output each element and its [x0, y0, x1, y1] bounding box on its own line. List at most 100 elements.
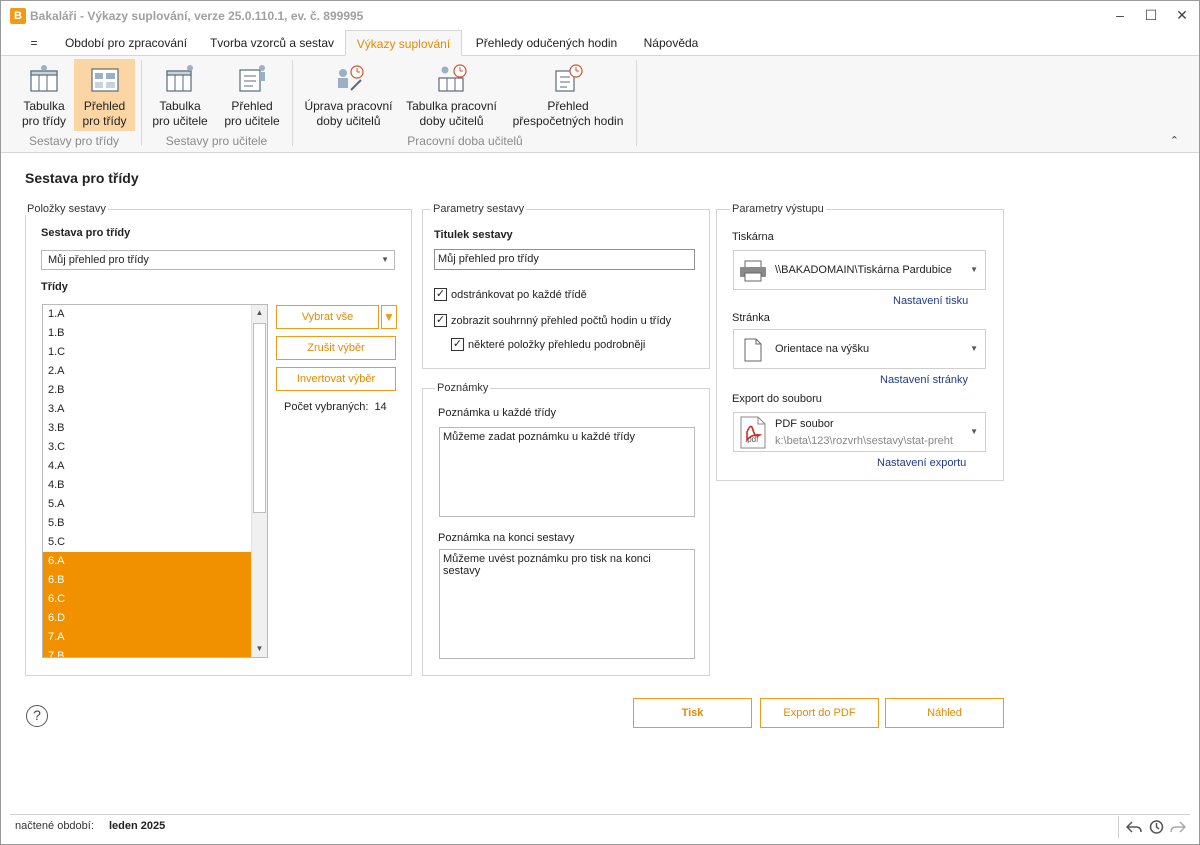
ribbon-prehled-prespocetnych-hodin-button[interactable]: Přehled přespočetných hodin [507, 59, 629, 131]
list-item[interactable]: 3.A [43, 400, 267, 419]
tab-tvorba[interactable]: Tvorba vzorců a sestav [201, 30, 343, 56]
list-item[interactable]: 3.B [43, 419, 267, 438]
ribbon-group-label: Sestavy pro třídy [28, 134, 120, 148]
list-item[interactable]: 1.A [43, 305, 267, 324]
summary-label: zobrazit souhrnný přehled počtů hodin u … [451, 315, 672, 327]
bakalari-logo-icon: B [10, 8, 26, 24]
tab-vykazy-suplovani[interactable]: Výkazy suplování [345, 30, 462, 56]
tab-napoveda[interactable]: Nápověda [635, 30, 707, 56]
export-select[interactable]: .pdf PDF soubor k:\beta\123\rozvrh\sesta… [733, 412, 986, 452]
ribbon-button-label: Tabulka [23, 99, 65, 113]
list-item[interactable]: 4.A [43, 457, 267, 476]
selected-count-value: 14 [374, 401, 387, 413]
chevron-down-icon: ▼ [970, 344, 978, 353]
items-panel: Položky sestavy Sestava pro třídy Můj př… [25, 203, 412, 676]
printer-label: Tiskárna [732, 231, 774, 243]
tab-prehledy[interactable]: Přehledy odučených hodin [464, 30, 629, 56]
export-pdf-button[interactable]: Export do PDF [760, 698, 879, 728]
period-label: načtené období: [15, 820, 94, 832]
ribbon-button-label: Přehled [547, 99, 589, 113]
ribbon-tabs: = Období pro zpracování Tvorba vzorců a … [1, 30, 1199, 56]
ribbon-prehled-pro-ucitele-button[interactable]: Přehled pro učitele [219, 59, 285, 131]
class-table-icon [30, 65, 58, 92]
list-item[interactable]: 5.A [43, 495, 267, 514]
report-select[interactable]: Můj přehled pro třídy ▼ [41, 250, 395, 270]
checkbox-checked-icon: ✓ [451, 337, 464, 351]
tab-menu[interactable]: = [23, 30, 45, 56]
class-note-textarea[interactable]: Můžeme zadat poznámku u každé třídy [439, 427, 695, 517]
list-item[interactable]: 5.C [43, 533, 267, 552]
ribbon-separator [141, 60, 142, 146]
end-note-label: Poznámka na konci sestavy [438, 532, 575, 544]
history-icon[interactable] [1148, 819, 1164, 835]
ribbon-button-label: Přehled [83, 99, 126, 113]
close-button[interactable]: ✕ [1167, 5, 1197, 25]
list-item[interactable]: 6.B [43, 571, 267, 590]
select-all-dropdown-button[interactable]: ▼ [381, 305, 397, 329]
print-settings-link[interactable]: Nastavení tisku [893, 295, 968, 307]
list-item[interactable]: 1.B [43, 324, 267, 343]
minimize-button[interactable]: – [1105, 5, 1135, 25]
printer-select[interactable]: \\BAKADOMAIN\Tiskárna Pardubice ▼ [733, 250, 986, 290]
classes-listbox[interactable]: 1.A 1.B 1.C 2.A 2.B 3.A 3.B 3.C 4.A 4.B 5.A 5.B 5.C 6… [42, 304, 268, 658]
list-item[interactable]: 4.B [43, 476, 267, 495]
print-button[interactable]: Tisk [633, 698, 752, 728]
ribbon-uprava-pracovni-doby-button[interactable]: Úprava pracovní doby učitelů [301, 59, 396, 131]
ribbon-button-label: Tabulka pracovní [406, 99, 497, 113]
page-icon [744, 338, 762, 362]
summary-checkbox[interactable]: ✓ zobrazit souhrnný přehled počtů hodin u… [434, 313, 672, 328]
list-item[interactable]: 1.C [43, 343, 267, 362]
tab-obdobi[interactable]: Období pro zpracování [55, 30, 197, 56]
scroll-up-icon[interactable]: ▲ [252, 305, 267, 321]
ribbon-button-label: doby učitelů [419, 114, 484, 128]
list-item[interactable]: 7.A [43, 628, 267, 647]
page-break-checkbox[interactable]: ✓ odstránkovat po každé třídě [434, 287, 587, 302]
redo-icon[interactable] [1170, 819, 1186, 835]
export-settings-link[interactable]: Nastavení exportu [877, 457, 966, 469]
scrollbar-thumb[interactable] [253, 323, 266, 513]
overtime-overview-icon [555, 64, 583, 92]
notes-legend: Poznámky [435, 382, 491, 394]
collapse-ribbon-icon[interactable]: ⌃ [1170, 134, 1179, 147]
teacher-overview-icon [239, 65, 265, 92]
list-item[interactable]: 2.A [43, 362, 267, 381]
classes-scrollbar[interactable]: ▲ ▼ [251, 305, 267, 657]
list-item[interactable]: 6.A [43, 552, 267, 571]
list-item[interactable]: 6.D [43, 609, 267, 628]
help-icon[interactable]: ? [26, 705, 48, 727]
printer-value: \\BAKADOMAIN\Tiskárna Pardubice [775, 264, 952, 276]
details-checkbox[interactable]: ✓ některé položky přehledu podrobněji [451, 337, 646, 352]
export-path-value: k:\beta\123\rozvrh\sestavy\stat-preht [775, 435, 953, 447]
undo-icon[interactable] [1126, 819, 1142, 835]
maximize-button[interactable]: ☐ [1136, 5, 1166, 25]
invert-selection-button[interactable]: Invertovat výběr [276, 367, 396, 391]
ribbon-tabulka-pro-tridy-button[interactable]: Tabulka pro třídy [13, 59, 75, 131]
list-item[interactable]: 3.C [43, 438, 267, 457]
ribbon-tabulka-pracovni-doby-button[interactable]: Tabulka pracovní doby učitelů [403, 59, 500, 131]
end-note-textarea[interactable]: Můžeme uvést poznámku pro tisk na konci … [439, 549, 695, 659]
checkbox-checked-icon: ✓ [434, 287, 447, 301]
pdf-file-extension: .pdf [745, 435, 759, 444]
list-item[interactable]: 6.C [43, 590, 267, 609]
ribbon-tabulka-pro-ucitele-button[interactable]: Tabulka pro učitele [148, 59, 212, 131]
list-item[interactable]: 7.B [43, 647, 267, 657]
period-value: leden 2025 [109, 820, 166, 832]
details-label: některé položky přehledu podrobněji [468, 339, 646, 351]
report-select-value: Můj přehled pro třídy [48, 254, 149, 266]
page-settings-link[interactable]: Nastavení stránky [880, 374, 968, 386]
list-item[interactable]: 2.B [43, 381, 267, 400]
report-title-input[interactable]: Můj přehled pro třídy [434, 249, 695, 270]
status-bar-divider [10, 814, 1190, 815]
preview-button[interactable]: Náhled [885, 698, 1004, 728]
scroll-down-icon[interactable]: ▼ [252, 641, 267, 657]
clear-selection-button[interactable]: Zrušit výběr [276, 336, 396, 360]
select-all-button[interactable]: Vybrat vše [276, 305, 379, 329]
report-title-label: Titulek sestavy [434, 229, 513, 241]
ribbon-prehled-pro-tridy-button[interactable]: Přehled pro třídy [74, 59, 135, 131]
page-select[interactable]: Orientace na výšku ▼ [733, 329, 986, 369]
list-item[interactable]: 5.B [43, 514, 267, 533]
items-panel-legend: Položky sestavy [25, 203, 108, 215]
report-params-panel: Parametry sestavy Titulek sestavy Můj př… [422, 203, 710, 369]
title-bar: B Bakaláři - Výkazy suplování, verze 25.… [1, 1, 1199, 30]
window-title: Bakaláři - Výkazy suplování, verze 25.0.… [30, 9, 364, 23]
